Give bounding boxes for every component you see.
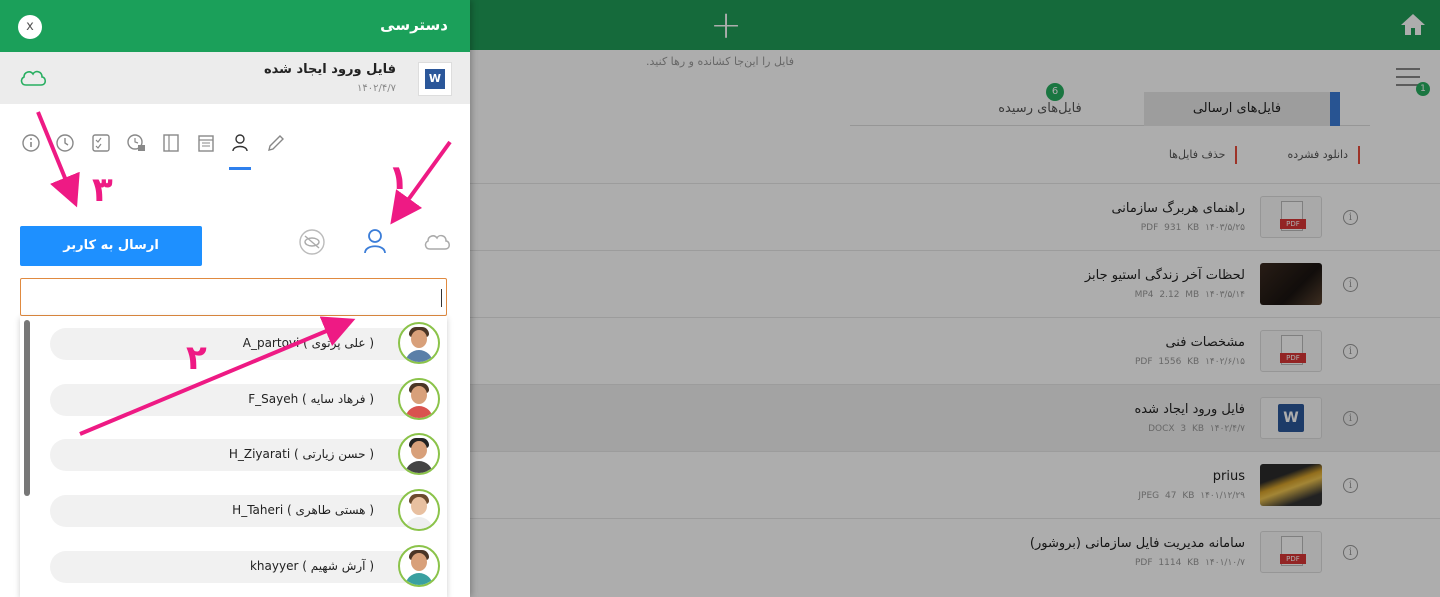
user-option-label: H_Taheri ( هستی طاهری ) [232, 503, 374, 517]
user-icon[interactable] [229, 132, 251, 154]
annotation-number-3: ۳ [92, 170, 113, 210]
clock-lock-icon[interactable] [125, 132, 147, 154]
user-option[interactable]: A_partovi ( علی پرتوی ) [50, 322, 440, 364]
selected-file-name: فایل ورود ایجاد شده [264, 62, 396, 77]
close-button[interactable]: x [18, 15, 42, 39]
annotation-number-2: ۲ [186, 338, 207, 378]
user-option-label: F_Sayeh ( فرهاد سایه ) [248, 392, 374, 406]
selected-file-date: ۱۴۰۲/۴/۷ [357, 83, 396, 94]
user-option-label: khayyer ( آرش شهیم ) [249, 559, 374, 573]
user-option[interactable]: H_Taheri ( هستی طاهری ) [50, 489, 440, 531]
panel-header: دسترسی x [0, 0, 470, 52]
annotation-number-1: ۱ [388, 158, 409, 198]
panel-toolbar [20, 132, 290, 172]
active-tab-indicator [229, 167, 251, 170]
list-scrollbar[interactable] [24, 320, 30, 496]
avatar [398, 322, 440, 364]
calendar-icon[interactable] [195, 132, 217, 154]
cloud-icon[interactable] [18, 66, 48, 88]
user-icon[interactable] [360, 226, 390, 256]
avatar [398, 378, 440, 420]
panel-title: دسترسی [380, 16, 448, 34]
info-icon[interactable] [20, 132, 42, 154]
user-option-label: A_partovi ( علی پرتوی ) [242, 336, 374, 350]
user-dropdown-list: A_partovi ( علی پرتوی ) F_Sayeh ( فرهاد … [20, 316, 447, 597]
eye-off-icon[interactable] [298, 228, 326, 256]
selected-file-header: W فایل ورود ایجاد شده ۱۴۰۲/۴/۷ [0, 52, 470, 104]
access-panel: دسترسی x W فایل ورود ایجاد شده ۱۴۰۲/۴/۷ … [0, 0, 470, 597]
user-option[interactable]: H_Ziyarati ( حسن زیارتی ) [50, 433, 440, 475]
pencil-icon[interactable] [265, 132, 287, 154]
avatar [398, 545, 440, 587]
user-search-input[interactable] [20, 278, 447, 316]
checklist-icon[interactable] [90, 132, 112, 154]
cloud-icon[interactable] [422, 230, 452, 252]
user-option[interactable]: khayyer ( آرش شهیم ) [50, 545, 440, 587]
history-icon[interactable] [54, 132, 76, 154]
user-option[interactable]: F_Sayeh ( فرهاد سایه ) [50, 378, 440, 420]
word-file-icon: W [418, 62, 452, 96]
text-caret [441, 289, 442, 307]
avatar [398, 489, 440, 531]
avatar [398, 433, 440, 475]
user-option-label: H_Ziyarati ( حسن زیارتی ) [228, 447, 374, 461]
copy-icon[interactable] [160, 132, 182, 154]
send-to-user-button[interactable]: ارسال به کاربر [20, 226, 202, 266]
